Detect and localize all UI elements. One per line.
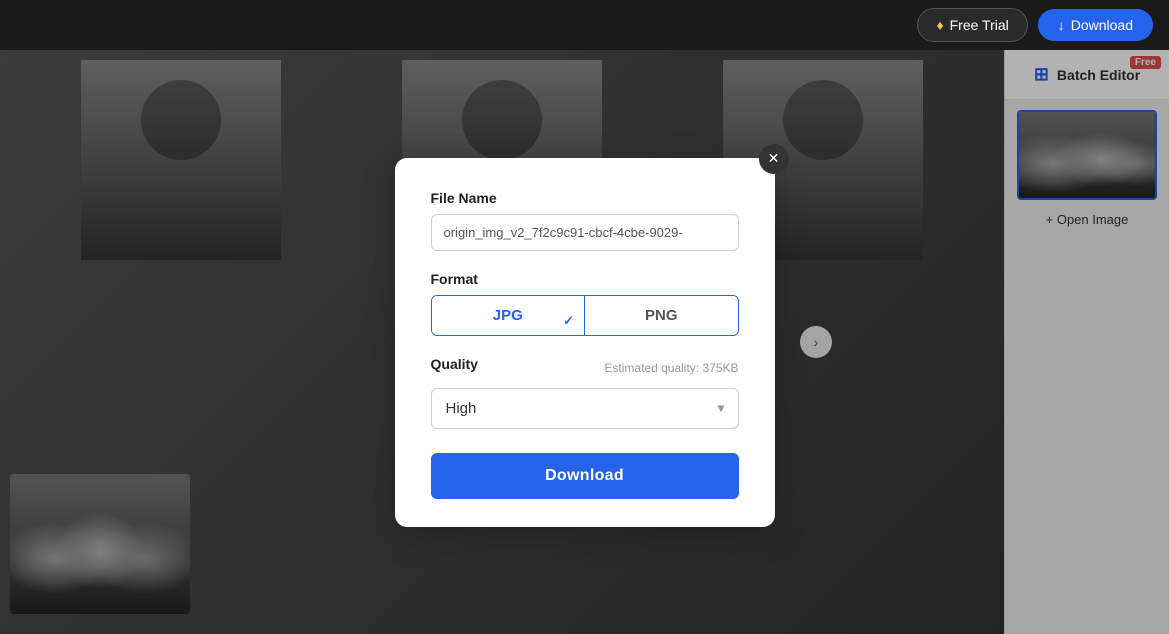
download-arrow-icon: ↓ [1058,17,1065,33]
download-dialog-label: Download [545,467,624,484]
format-png-button[interactable]: PNG [584,296,738,335]
format-row: Format JPG PNG [431,271,739,336]
quality-select[interactable]: High Medium Low [431,388,739,429]
free-trial-button[interactable]: ♦ Free Trial [917,8,1027,42]
download-dialog: ✕ File Name Format JPG PNG [395,158,775,527]
format-png-label: PNG [645,307,678,324]
format-jpg-button[interactable]: JPG [432,296,585,335]
format-buttons: JPG PNG [431,295,739,336]
quality-row: Quality Estimated quality: 375KB High Me… [431,356,739,429]
quality-header: Quality Estimated quality: 375KB [431,356,739,380]
file-name-label: File Name [431,190,739,206]
dialog-overlay: ✕ File Name Format JPG PNG [0,50,1169,634]
download-nav-button[interactable]: ↓ Download [1038,9,1153,41]
navbar: ♦ Free Trial ↓ Download [0,0,1169,50]
quality-select-wrapper: High Medium Low ▾ [431,388,739,429]
dialog-close-button[interactable]: ✕ [759,144,789,174]
estimated-quality: Estimated quality: 375KB [604,361,738,375]
download-dialog-button[interactable]: Download [431,453,739,499]
download-nav-label: Download [1071,17,1133,33]
file-name-input[interactable] [431,214,739,251]
free-trial-label: Free Trial [950,17,1009,33]
close-icon: ✕ [768,150,780,167]
quality-label: Quality [431,356,478,372]
format-label: Format [431,271,739,287]
diamond-icon: ♦ [936,17,943,33]
main-area: › ⊞ Batch Editor Free + Open Image ✕ Fil… [0,50,1169,634]
format-jpg-label: JPG [493,307,523,324]
